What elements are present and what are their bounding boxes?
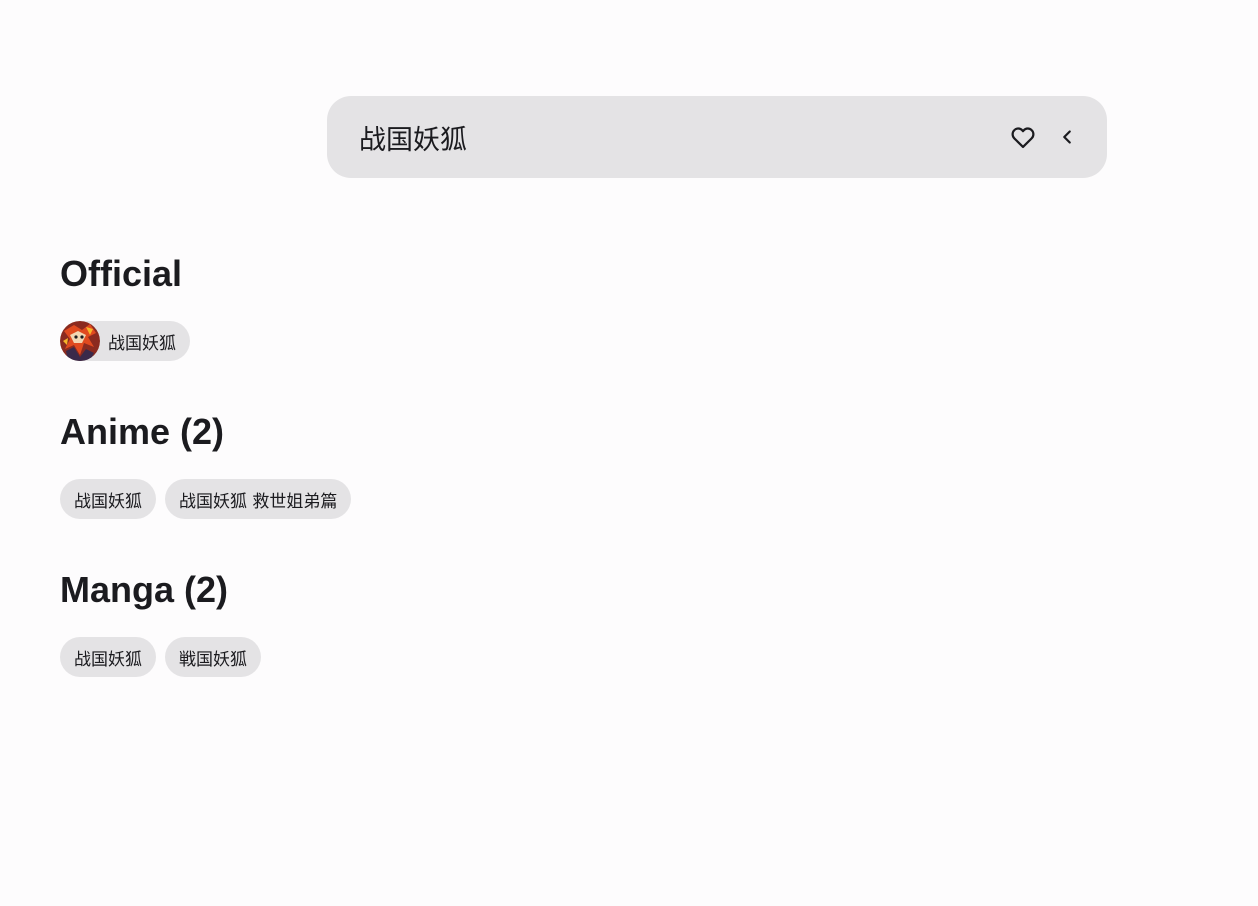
chip-label: 戦国妖狐	[179, 649, 247, 670]
page: 战国妖狐 Official 战国妖狐 Anime (2) 战国妖狐 战国妖狐 救…	[0, 0, 1258, 906]
section-official: Official 战国妖狐	[60, 248, 1210, 361]
chip-list: 战国妖狐 战国妖狐 救世姐弟篇	[60, 479, 1210, 519]
chip-label: 战国妖狐 救世姐弟篇	[179, 491, 338, 512]
chip-label: 战国妖狐	[74, 649, 142, 670]
section-manga: Manga (2) 战国妖狐 戦国妖狐	[60, 564, 1210, 677]
back-button[interactable]	[1047, 117, 1087, 157]
official-chip[interactable]: 战国妖狐	[60, 321, 190, 361]
results: Official 战国妖狐 Anime (2) 战国妖狐 战国妖狐 救世姐弟篇 …	[60, 248, 1210, 677]
chip-label: 战国妖狐	[74, 491, 142, 512]
heart-outline-icon	[1011, 127, 1035, 149]
favorite-button[interactable]	[1003, 117, 1043, 157]
section-title: Anime (2)	[60, 411, 225, 452]
search-query[interactable]: 战国妖狐	[359, 118, 1003, 157]
chip-list: 战国妖狐	[60, 321, 1210, 361]
search-bar[interactable]: 战国妖狐	[327, 96, 1107, 178]
section-title: Manga (2)	[60, 569, 229, 610]
anime-chip[interactable]: 战国妖狐	[60, 479, 156, 519]
section-title: Official	[60, 253, 183, 294]
chip-label: 战国妖狐	[108, 333, 176, 354]
chip-list: 战国妖狐 戦国妖狐	[60, 637, 1210, 677]
chevron-left-icon	[1063, 130, 1071, 144]
section-anime: Anime (2) 战国妖狐 战国妖狐 救世姐弟篇	[60, 406, 1210, 519]
manga-chip[interactable]: 戦国妖狐	[165, 637, 261, 677]
manga-chip[interactable]: 战国妖狐	[60, 637, 156, 677]
character-avatar	[60, 321, 100, 361]
anime-chip[interactable]: 战国妖狐 救世姐弟篇	[165, 479, 352, 519]
